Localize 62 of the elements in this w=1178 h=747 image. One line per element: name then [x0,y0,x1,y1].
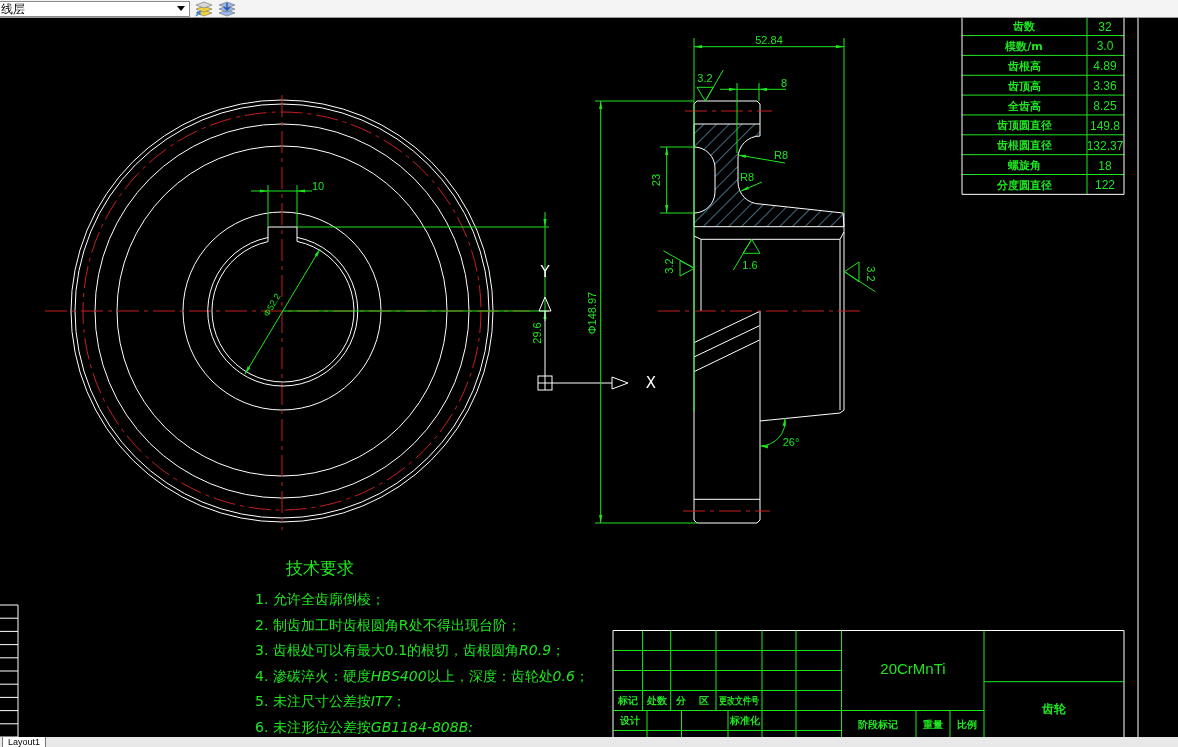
dimension-text: 23 [650,173,662,187]
requirement-text: 1. 允许全齿廓倒棱； [255,590,385,608]
layer-stack-icon[interactable] [218,0,236,17]
parameter-value: 4.89 [1093,59,1117,74]
requirement-text: 3. 齿根处可以有最大0.1的根切，齿根圆角R0.9； [255,641,566,659]
roughness-value: 3.2 [865,266,877,282]
roughness-symbol-icon [696,69,724,102]
material-text: 20CrMnTi [880,659,946,677]
dimension-text: R8 [773,149,789,161]
requirement-text: 4. 渗碳淬火：硬度HBS400以上，深度：齿轮处0.6； [255,666,589,685]
title-block-label: 标准化 [730,714,760,726]
layer-dropdown[interactable]: 线层 [0,0,190,17]
roughness-value: 1.6 [742,259,758,271]
title-block-label: 分 [676,694,686,706]
parameter-name: 齿根高 [1007,59,1041,73]
parameter-name: 齿根圆直径 [996,139,1052,153]
technical-requirements-title: 技术要求 [286,557,354,579]
parameter-value: 3.36 [1093,79,1117,94]
roughness-symbol-icon [732,238,761,271]
roughness-value: 3.2 [697,72,713,84]
title-block-label: 设计 [620,714,640,726]
title-block-label: 比例 [957,718,977,730]
layout-tab[interactable]: Layout1 [2,737,47,747]
dimension-text: 52.84 [755,34,783,46]
title-block-label: 区 [699,694,709,706]
caret-icon [177,6,185,11]
part-name-text: 齿轮 [1042,702,1066,716]
parameter-value: 149.8 [1090,118,1120,133]
roughness-symbol-icon [662,250,695,277]
dimension-text: 29.6 [531,322,543,344]
roughness-symbol-icon [844,261,876,293]
dimension-text: 10 [311,180,325,192]
axis-label: X [645,374,657,392]
roughness-value: 3.2 [663,258,675,274]
title-block-label: 标记 [617,694,638,706]
parameter-value: 132.37 [1086,138,1124,153]
parameter-name: 齿顶高 [1007,79,1041,93]
title-block-label: 更改文件号 [719,694,769,706]
parameter-value: 122 [1095,178,1115,193]
title-block-label: 处数 [646,694,667,706]
requirement-text: 6. 未注形位公差按GB1184-808B: [255,717,473,736]
parameter-name: 齿数 [1013,20,1035,34]
dimension-text: Φ148.97 [586,291,598,335]
requirement-text: 5. 未注尺寸公差按IT7； [255,692,407,710]
title-block-label: 阶段标记 [858,718,898,730]
parameter-value: 3.0 [1096,39,1114,54]
requirement-text: 2. 制齿加工时齿根圆角R处不得出现台阶； [255,615,521,634]
title-block-label: 重量 [923,718,943,730]
parameter-name: 模数/m [1005,39,1043,53]
parameter-value: 32 [1098,19,1112,34]
parameter-name: 全齿高 [1007,99,1041,113]
parameter-name: 分度圆直径 [996,178,1052,192]
parameter-value: 8.25 [1093,99,1117,114]
parameter-value: 18 [1098,158,1112,173]
dimension-text: 8 [780,77,788,89]
axis-label: Y [540,263,550,281]
dimension-text: 26° [782,436,800,448]
parameter-name: 螺旋角 [1007,159,1041,173]
layer-stack-icon[interactable] [195,0,213,17]
dimension-text: R8 [739,171,755,183]
radius-leader-line [740,181,763,192]
parameter-name: 齿顶圆直径 [996,119,1052,133]
